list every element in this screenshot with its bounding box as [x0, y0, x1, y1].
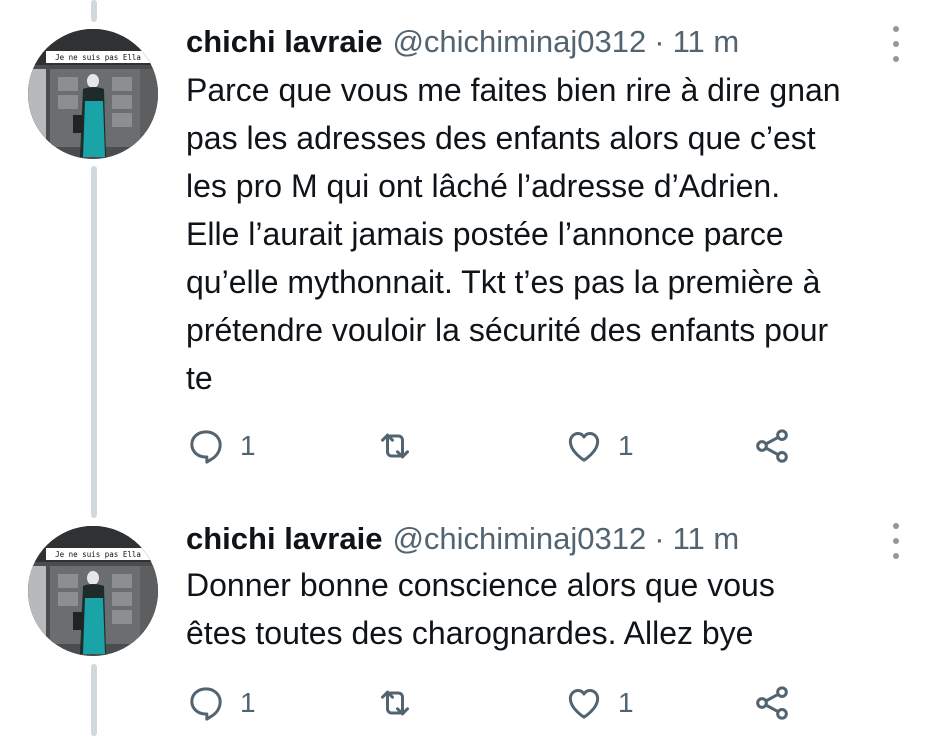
like-button[interactable]: 1 — [564, 683, 634, 723]
reply-icon — [186, 426, 226, 466]
reply-icon — [186, 683, 226, 723]
reply-button[interactable]: 1 — [186, 683, 256, 723]
share-button[interactable] — [752, 426, 792, 466]
author-handle[interactable]: @chichiminaj0312 — [392, 521, 646, 557]
tweet-actions: 1 1 — [186, 683, 826, 723]
tweet-header: chichi lavraie @chichiminaj0312 · 11 m — [186, 20, 739, 64]
share-button[interactable] — [752, 683, 792, 723]
author-name[interactable]: chichi lavraie — [186, 521, 382, 557]
tweet[interactable]: Je ne suis pas Ella chichi lavraie @chic… — [0, 500, 945, 736]
avatar[interactable]: Je ne suis pas Ella — [28, 526, 158, 656]
tweet-text: Parce que vous me faites bien rire à dir… — [186, 72, 841, 396]
separator-dot: · — [654, 521, 665, 556]
retweet-button[interactable] — [374, 426, 416, 466]
avatar-caption: Je ne suis pas Ella — [55, 550, 141, 559]
retweet-icon — [374, 426, 416, 466]
tweet-text: Donner bonne conscience alors que vous ê… — [186, 567, 775, 651]
reply-count: 1 — [240, 687, 256, 718]
avatar[interactable]: Je ne suis pas Ella — [28, 29, 158, 159]
separator-dot: · — [654, 24, 665, 59]
timestamp[interactable]: 11 m — [673, 521, 740, 557]
like-count: 1 — [618, 430, 634, 461]
retweet-button[interactable] — [374, 683, 416, 723]
author-handle[interactable]: @chichiminaj0312 — [392, 24, 646, 60]
like-icon — [564, 426, 604, 466]
tweet-actions: 1 1 — [186, 426, 826, 466]
like-button[interactable]: 1 — [564, 426, 634, 466]
tweet[interactable]: Je ne suis pas Ella chichi lavraie @chic… — [0, 0, 945, 500]
timestamp[interactable]: 11 m — [673, 24, 740, 60]
reply-count: 1 — [240, 430, 256, 461]
like-count: 1 — [618, 687, 634, 718]
share-icon — [752, 426, 792, 466]
reply-button[interactable]: 1 — [186, 426, 256, 466]
author-name[interactable]: chichi lavraie — [186, 24, 382, 60]
share-icon — [752, 683, 792, 723]
more-options-icon[interactable] — [884, 523, 908, 559]
avatar-caption: Je ne suis pas Ella — [55, 53, 141, 62]
more-options-icon[interactable] — [884, 26, 908, 62]
like-icon — [564, 683, 604, 723]
tweet-header: chichi lavraie @chichiminaj0312 · 11 m — [186, 517, 739, 561]
retweet-icon — [374, 683, 416, 723]
